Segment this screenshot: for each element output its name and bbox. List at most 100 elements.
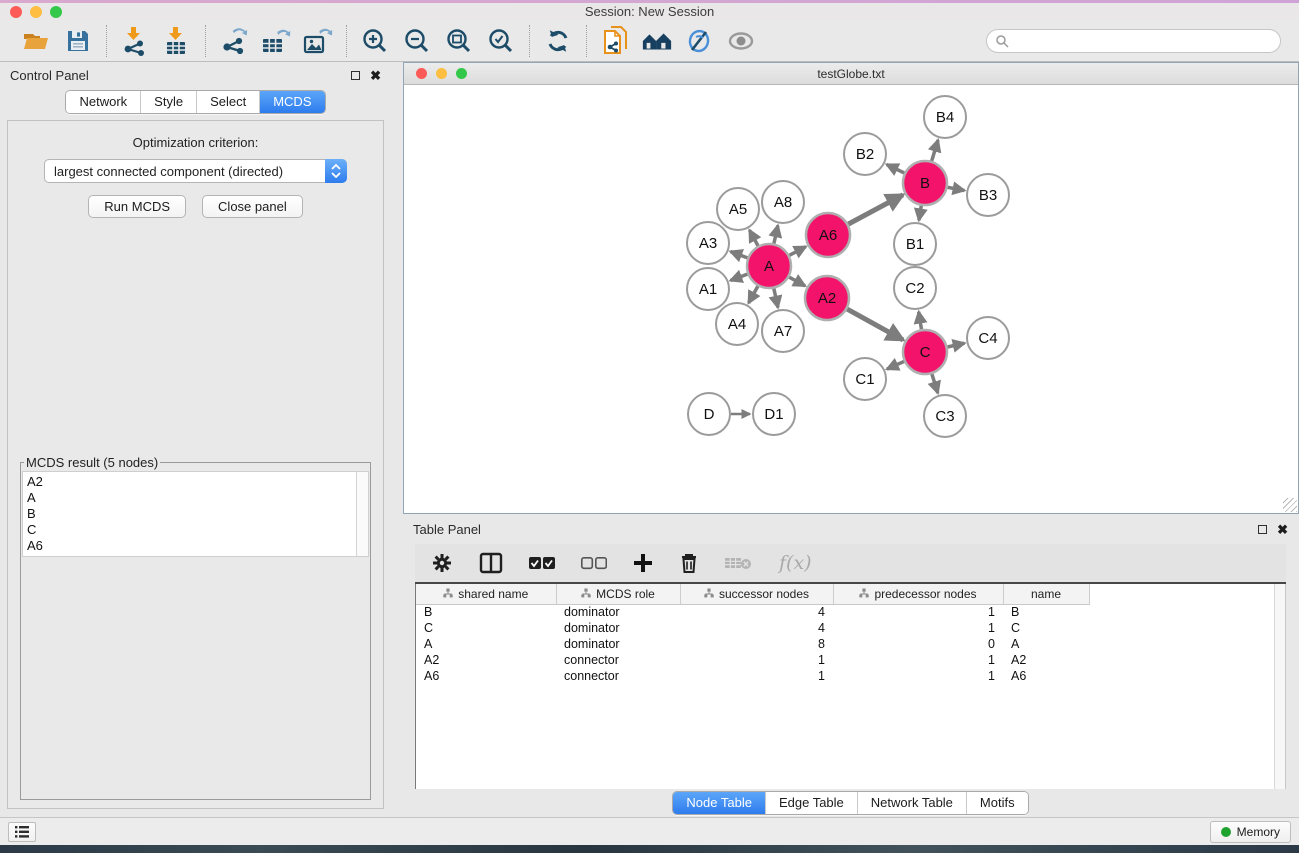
table-cell[interactable]: A2 — [1003, 652, 1089, 668]
table-cell[interactable]: 4 — [680, 604, 833, 620]
table-cell[interactable]: dominator — [556, 620, 680, 636]
edge-A-A4[interactable] — [749, 286, 758, 303]
select-all-checkboxes-icon[interactable] — [529, 548, 555, 578]
edge-B-B1[interactable] — [919, 206, 921, 221]
table-cell[interactable]: A6 — [416, 668, 556, 684]
split-view-icon[interactable] — [479, 548, 503, 578]
save-session-button[interactable] — [62, 25, 94, 57]
graph-node-D1[interactable]: D1 — [753, 393, 795, 435]
export-image-icon[interactable] — [302, 25, 334, 57]
graph-node-B2[interactable]: B2 — [844, 133, 886, 175]
edge-A-A7[interactable] — [774, 288, 778, 307]
add-column-icon[interactable] — [633, 548, 653, 578]
graph-node-A3[interactable]: A3 — [687, 222, 729, 264]
table-cell[interactable]: A6 — [1003, 668, 1089, 684]
table-cell[interactable]: 1 — [833, 604, 1003, 620]
table-cell[interactable]: 8 — [680, 636, 833, 652]
list-scrollbar[interactable] — [356, 472, 368, 556]
table-row[interactable]: Bdominator41B — [416, 604, 1089, 620]
table-cell[interactable]: 1 — [680, 668, 833, 684]
mcds-result-list[interactable]: A2ABCA6 — [22, 471, 369, 557]
edge-A-A5[interactable] — [749, 230, 758, 246]
tab-network[interactable]: Network — [66, 91, 140, 113]
table-tab-edge-table[interactable]: Edge Table — [765, 792, 857, 814]
memory-button[interactable]: Memory — [1210, 821, 1291, 843]
graph-node-A6[interactable]: A6 — [806, 213, 850, 257]
edge-B-B2[interactable] — [887, 164, 905, 173]
list-item[interactable]: A — [27, 490, 354, 506]
zoom-in-icon[interactable] — [359, 25, 391, 57]
node-table-area[interactable]: shared nameMCDS rolesuccessor nodesprede… — [415, 584, 1286, 789]
close-table-panel-icon[interactable]: ✖ — [1277, 523, 1288, 536]
edge-C-C2[interactable] — [919, 312, 922, 330]
list-item[interactable]: C — [27, 522, 354, 538]
first-neighbors-icon[interactable] — [641, 25, 673, 57]
table-tab-node-table[interactable]: Node Table — [673, 792, 765, 814]
table-cell[interactable]: 0 — [833, 636, 1003, 652]
graph-node-A[interactable]: A — [747, 244, 791, 288]
edge-C-C1[interactable] — [887, 361, 904, 369]
graph-node-A7[interactable]: A7 — [762, 310, 804, 352]
graph-node-B[interactable]: B — [903, 161, 947, 205]
column-header-predecessor-nodes[interactable]: predecessor nodes — [833, 584, 1003, 604]
open-file-button[interactable] — [20, 25, 52, 57]
table-cell[interactable]: 1 — [833, 620, 1003, 636]
edge-A-A1[interactable] — [730, 274, 747, 280]
hide-details-icon[interactable] — [683, 25, 715, 57]
graph-node-C2[interactable]: C2 — [894, 267, 936, 309]
graph-node-D[interactable]: D — [688, 393, 730, 435]
table-cell[interactable]: C — [416, 620, 556, 636]
graph-node-B1[interactable]: B1 — [894, 223, 936, 265]
table-tab-network-table[interactable]: Network Table — [857, 792, 966, 814]
table-tab-motifs[interactable]: Motifs — [966, 792, 1028, 814]
search-input[interactable] — [986, 29, 1281, 53]
new-network-from-selection-icon[interactable] — [599, 25, 631, 57]
edge-C-C4[interactable] — [947, 343, 964, 347]
column-header-name[interactable]: name — [1003, 584, 1089, 604]
table-cell[interactable]: 4 — [680, 620, 833, 636]
graph-node-A8[interactable]: A8 — [762, 181, 804, 223]
table-cell[interactable]: A2 — [416, 652, 556, 668]
graph-node-C4[interactable]: C4 — [967, 317, 1009, 359]
table-cell[interactable]: dominator — [556, 604, 680, 620]
graph-node-B3[interactable]: B3 — [967, 174, 1009, 216]
graph-node-A1[interactable]: A1 — [687, 268, 729, 310]
zoom-out-icon[interactable] — [401, 25, 433, 57]
export-table-icon[interactable] — [260, 25, 292, 57]
tab-select[interactable]: Select — [196, 91, 259, 113]
network-window-titlebar[interactable]: testGlobe.txt — [404, 63, 1298, 85]
table-cell[interactable]: C — [1003, 620, 1089, 636]
run-mcds-button[interactable]: Run MCDS — [88, 195, 186, 218]
edge-A2-C[interactable] — [847, 309, 903, 340]
table-cell[interactable]: connector — [556, 652, 680, 668]
tab-mcds[interactable]: MCDS — [259, 91, 324, 113]
show-hidden-eye-icon[interactable] — [725, 25, 757, 57]
column-header-shared-name[interactable]: shared name — [416, 584, 556, 604]
column-header-successor-nodes[interactable]: successor nodes — [680, 584, 833, 604]
table-row[interactable]: A6connector11A6 — [416, 668, 1089, 684]
export-network-icon[interactable] — [218, 25, 250, 57]
list-item[interactable]: A6 — [27, 538, 354, 554]
table-row[interactable]: A2connector11A2 — [416, 652, 1089, 668]
graph-node-C[interactable]: C — [903, 330, 947, 374]
close-panel-button[interactable]: Close panel — [202, 195, 303, 218]
import-network-icon[interactable] — [119, 25, 151, 57]
float-table-panel-icon[interactable] — [1258, 525, 1267, 534]
criterion-select[interactable]: largest connected component (directed) — [44, 159, 347, 183]
edge-A-A2[interactable] — [789, 277, 805, 286]
edge-A-A6[interactable] — [789, 247, 806, 256]
zoom-fit-icon[interactable] — [443, 25, 475, 57]
edge-C-C3[interactable] — [932, 374, 938, 393]
graph-node-A2[interactable]: A2 — [805, 276, 849, 320]
delete-column-icon[interactable] — [679, 548, 699, 578]
graph-node-C3[interactable]: C3 — [924, 395, 966, 437]
table-scrollbar[interactable] — [1274, 584, 1285, 789]
column-header-MCDS-role[interactable]: MCDS role — [556, 584, 680, 604]
table-cell[interactable]: B — [416, 604, 556, 620]
table-cell[interactable]: dominator — [556, 636, 680, 652]
tab-style[interactable]: Style — [140, 91, 196, 113]
window-titlebar[interactable]: Session: New Session — [0, 3, 1299, 20]
network-canvas[interactable]: B4B2BB3A8A5A6A3B1AA1C2A2A4A7C4CC1C3DD1 — [404, 85, 1298, 513]
table-cell[interactable]: 1 — [833, 668, 1003, 684]
graph-node-A4[interactable]: A4 — [716, 303, 758, 345]
